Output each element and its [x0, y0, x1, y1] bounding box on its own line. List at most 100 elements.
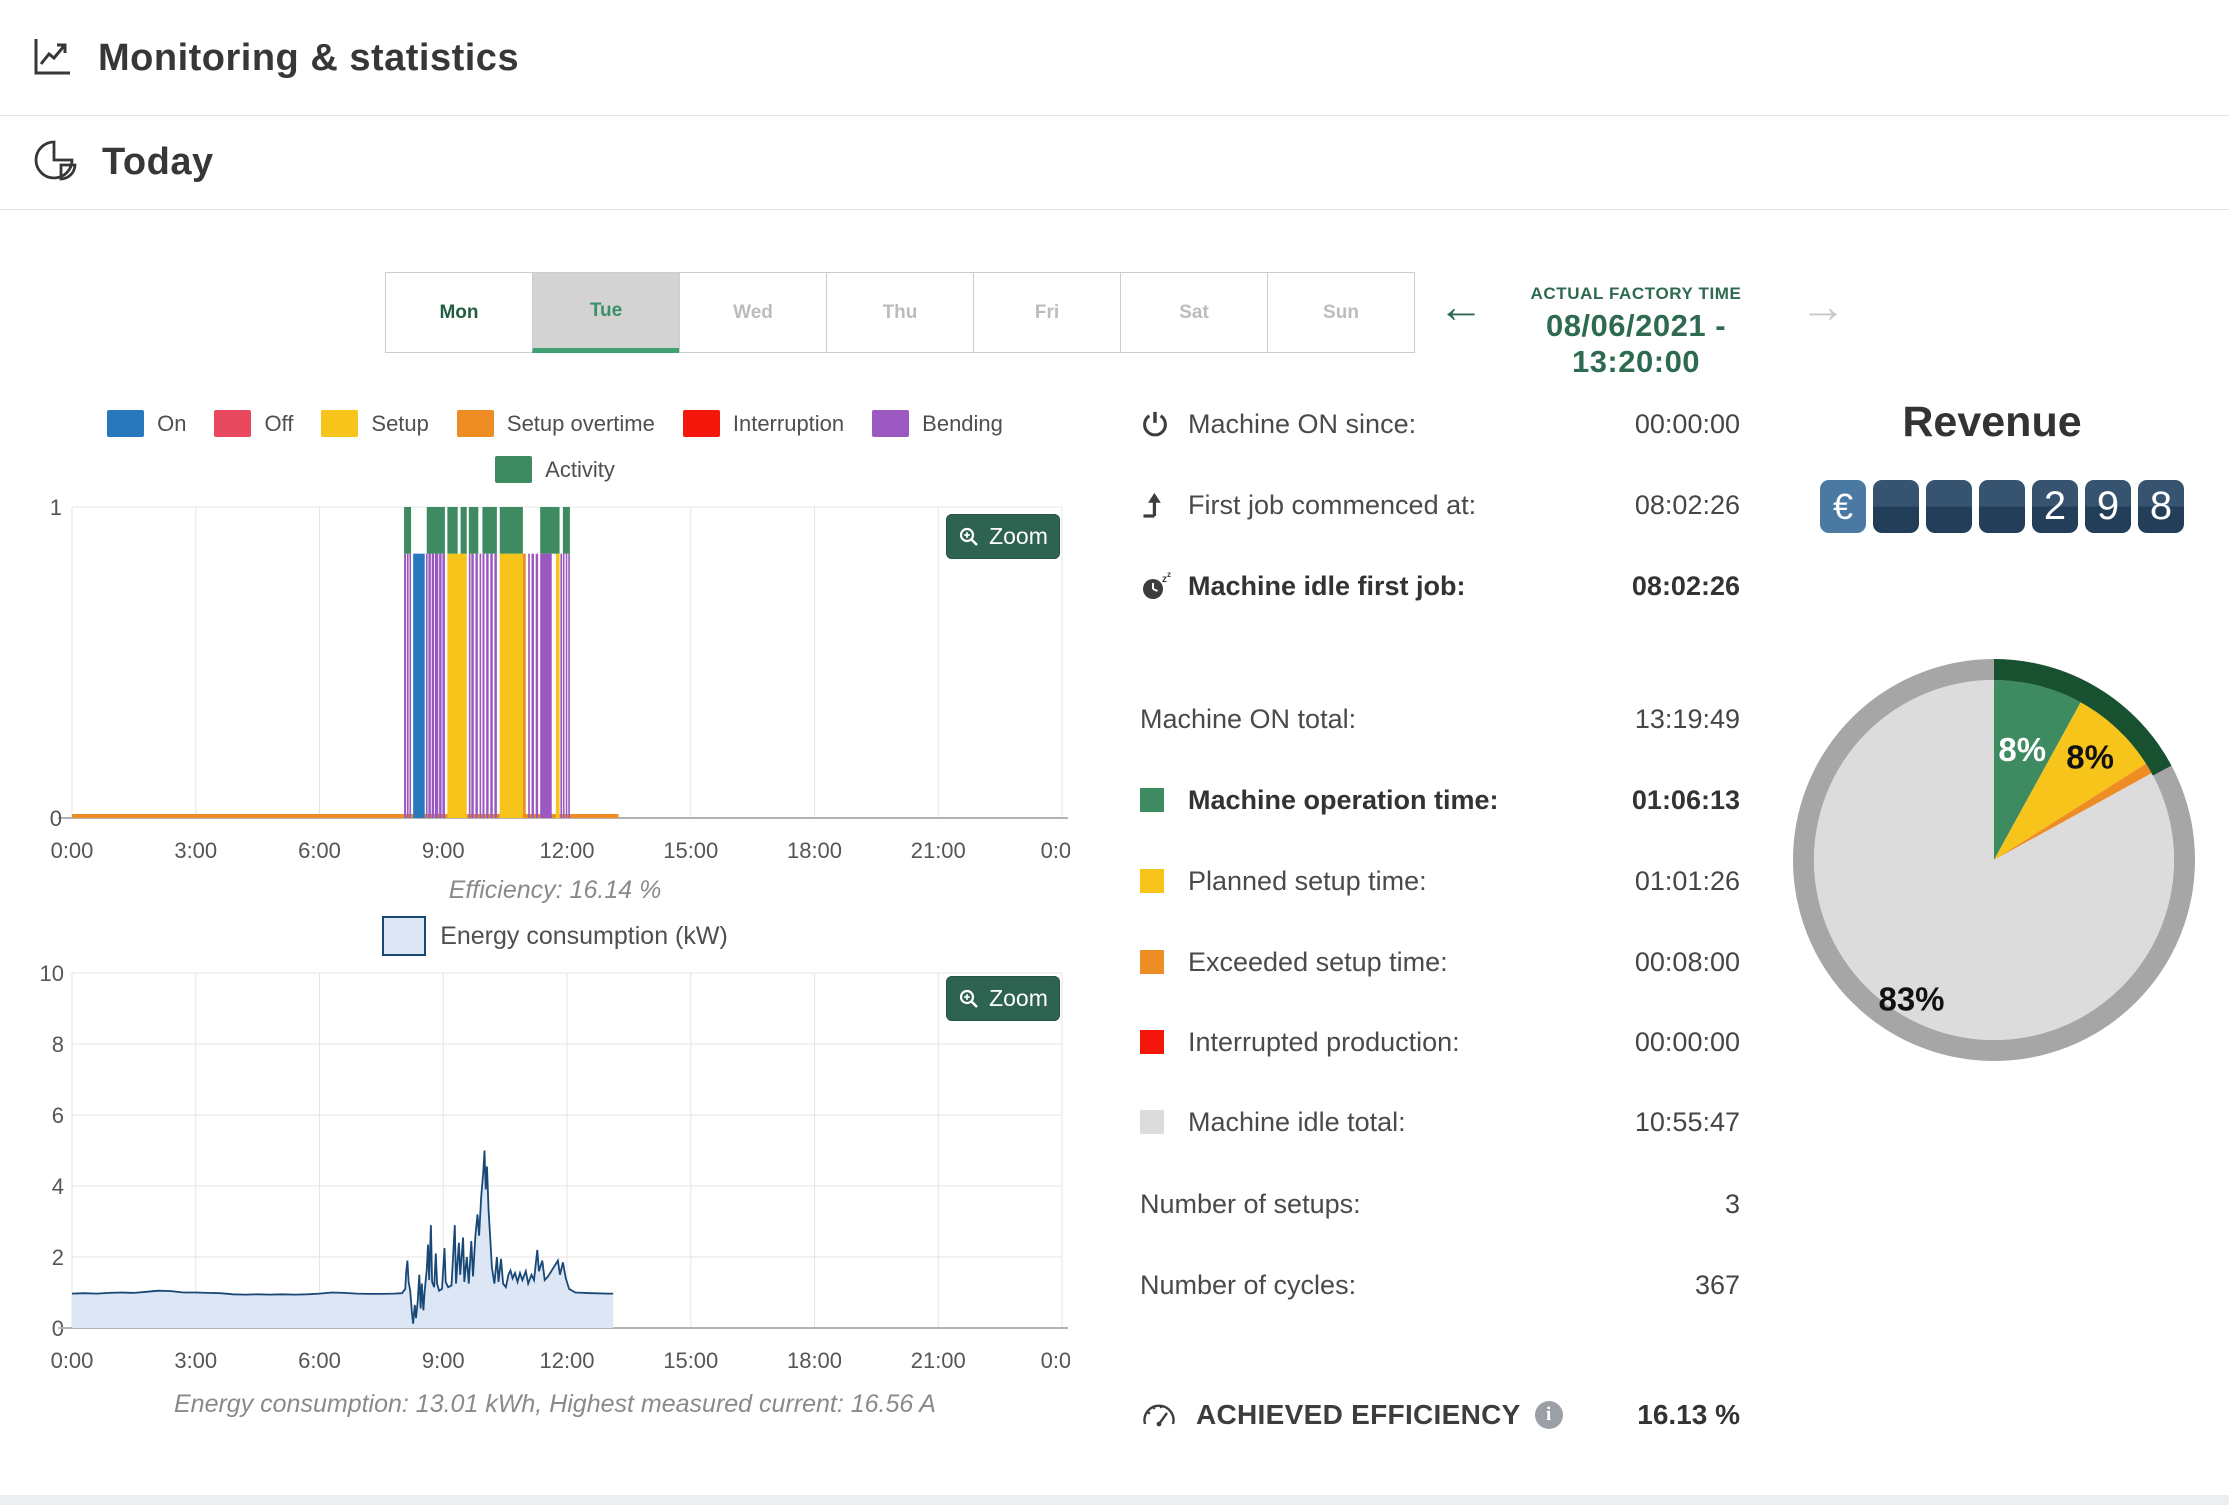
machine-status-timeline-chart[interactable]: 1 0 0:00 3:00 6:00 9:00 12:00 15:00 18:00 21:00 0:… — [40, 492, 1070, 876]
stat-row: Machine idle total: 10:55:47 — [1140, 1098, 1740, 1146]
tab-sun[interactable]: Sun — [1267, 272, 1415, 353]
svg-text:21:00: 21:00 — [911, 838, 966, 863]
achieved-efficiency-label: ACHIEVED EFFICIENCY — [1196, 1399, 1521, 1430]
tab-fri[interactable]: Fri — [973, 272, 1121, 353]
next-day-arrow[interactable]: → — [1800, 283, 1846, 329]
svg-text:8%: 8% — [1998, 731, 2046, 768]
tab-mon[interactable]: Mon — [385, 272, 533, 353]
efficiency-caption: Efficiency: 16.14 % — [448, 876, 662, 904]
factory-time-label: ACTUAL FACTORY TIME — [1530, 284, 1742, 303]
section-title: Today — [102, 141, 214, 183]
stat-label: Machine ON since: — [1188, 408, 1417, 439]
currency-cell-euro: € — [1820, 480, 1866, 533]
legend-swatch-setup_overtime — [456, 410, 494, 437]
svg-text:1: 1 — [50, 495, 62, 520]
achieved-efficiency-row: ACHIEVED EFFICIENCY i 16.13 % — [1140, 1390, 1740, 1440]
factory-time-block: ACTUAL FACTORY TIME 08/06/2021 - 13:20:0… — [1480, 284, 1792, 380]
legend-item-setup_overtime: Setup overtime — [456, 410, 655, 437]
legend-swatch-on — [107, 410, 145, 437]
stat-value: 08:02:26 — [1634, 489, 1740, 520]
gauge-icon — [1140, 1397, 1178, 1434]
zoom-button-label: Zoom — [989, 985, 1048, 1011]
legend-item-on: On — [107, 410, 186, 437]
status-legend-row-1: On Off Setup Setup overtime Interruption Bend… — [40, 410, 1070, 437]
stat-row: First job commenced at: 08:02:26 — [1140, 481, 1740, 529]
idle-clock-icon: zz — [1140, 570, 1188, 602]
svg-text:6: 6 — [52, 1103, 64, 1128]
stat-row: Machine ON since: 00:00:00 — [1140, 400, 1740, 448]
stat-swatch-interruption — [1140, 1030, 1164, 1054]
status-legend-row-2: Activity — [40, 456, 1070, 483]
legend-label: Setup overtime — [506, 410, 655, 436]
stat-value: 367 — [1694, 1269, 1740, 1300]
timeline-zoom-button[interactable]: Zoom — [946, 514, 1060, 559]
previous-day-arrow[interactable]: ← — [1438, 283, 1484, 329]
legend-item-activity: Activity — [495, 456, 615, 483]
stat-label: Number of cycles: — [1140, 1269, 1357, 1300]
tab-wed[interactable]: Wed — [679, 272, 827, 353]
revenue-digit-cell: 9 — [2085, 480, 2131, 533]
magnifier-plus-icon — [959, 527, 979, 546]
legend-label: Activity — [545, 456, 615, 482]
svg-text:0: 0 — [50, 806, 62, 831]
stat-label: Machine operation time: — [1188, 784, 1499, 815]
section-header: Today — [0, 116, 2229, 210]
stat-swatch-idle — [1140, 1110, 1164, 1134]
svg-text:0:00: 0:00 — [1041, 838, 1070, 863]
legend-item-bending: Bending — [872, 410, 1003, 437]
legend-label: On — [157, 410, 187, 436]
legend-swatch-off — [214, 410, 252, 437]
app-header: Monitoring & statistics — [0, 2, 2229, 116]
energy-consumption-chart[interactable]: 02468100:00 3:00 6:00 9:00 12:00 15:00 18:00 21… — [40, 958, 1070, 1382]
svg-text:0:00: 0:00 — [51, 1348, 94, 1373]
stat-row: Interrupted production: 00:00:00 — [1140, 1018, 1740, 1066]
monitoring-statistics-page: Monitoring & statistics Today Mon Tue Wed T… — [0, 0, 2229, 1505]
stat-value: 00:00:00 — [1634, 408, 1740, 439]
stat-label: Exceeded setup time: — [1188, 946, 1448, 977]
stat-label: Planned setup time: — [1188, 865, 1427, 896]
stat-swatch-activity — [1140, 788, 1164, 812]
legend-swatch-setup — [321, 410, 359, 437]
legend-label: Interruption — [732, 410, 845, 436]
tab-thu[interactable]: Thu — [826, 272, 974, 353]
tab-sat[interactable]: Sat — [1120, 272, 1268, 353]
zoom-button-label: Zoom — [989, 523, 1048, 549]
tab-tue[interactable]: Tue — [532, 272, 680, 353]
svg-text:0:00: 0:00 — [51, 838, 94, 863]
svg-text:3:00: 3:00 — [174, 1348, 217, 1373]
stat-label: Machine ON total: — [1140, 703, 1357, 734]
stat-label: First job commenced at: — [1188, 489, 1477, 520]
energy-legend-label: Energy consumption (kW) — [440, 921, 728, 950]
stat-value: 08:02:26 — [1631, 570, 1740, 601]
pie-chart-icon — [32, 136, 80, 189]
svg-text:9:00: 9:00 — [422, 1348, 465, 1373]
svg-text:83%: 83% — [1878, 980, 1944, 1017]
legend-label: Setup — [371, 410, 429, 436]
svg-text:10: 10 — [40, 961, 64, 986]
stat-row: Exceeded setup time: 00:08:00 — [1140, 938, 1740, 986]
svg-text:12:00: 12:00 — [539, 838, 594, 863]
legend-item-setup: Setup — [321, 410, 429, 437]
achieved-efficiency-value: 16.13 % — [1637, 1399, 1740, 1430]
svg-text:6:00: 6:00 — [298, 1348, 341, 1373]
svg-text:2: 2 — [52, 1245, 64, 1270]
stat-value: 01:01:26 — [1634, 865, 1740, 896]
svg-text:18:00: 18:00 — [787, 838, 842, 863]
svg-text:18:00: 18:00 — [787, 1348, 842, 1373]
legend-item-off: Off — [214, 410, 293, 437]
energy-zoom-button[interactable]: Zoom — [946, 976, 1060, 1021]
stat-value: 10:55:47 — [1634, 1106, 1740, 1137]
time-distribution-pie-chart: 8% 8% 83% — [1793, 659, 2195, 1061]
revenue-digit-cell: 2 — [2032, 480, 2078, 533]
revenue-digit-cell — [1873, 480, 1919, 533]
info-icon[interactable]: i — [1534, 1401, 1563, 1429]
legend-label: Bending — [922, 410, 1003, 436]
stat-row: Number of setups: 3 — [1140, 1180, 1740, 1228]
svg-text:9:00: 9:00 — [422, 838, 465, 863]
legend-label: Off — [264, 410, 294, 436]
page-bottom-divider — [0, 1495, 2229, 1505]
stat-value: 3 — [1724, 1188, 1740, 1219]
svg-text:8: 8 — [52, 1032, 64, 1057]
svg-text:8%: 8% — [2066, 739, 2114, 776]
legend-swatch-bending — [872, 410, 910, 437]
